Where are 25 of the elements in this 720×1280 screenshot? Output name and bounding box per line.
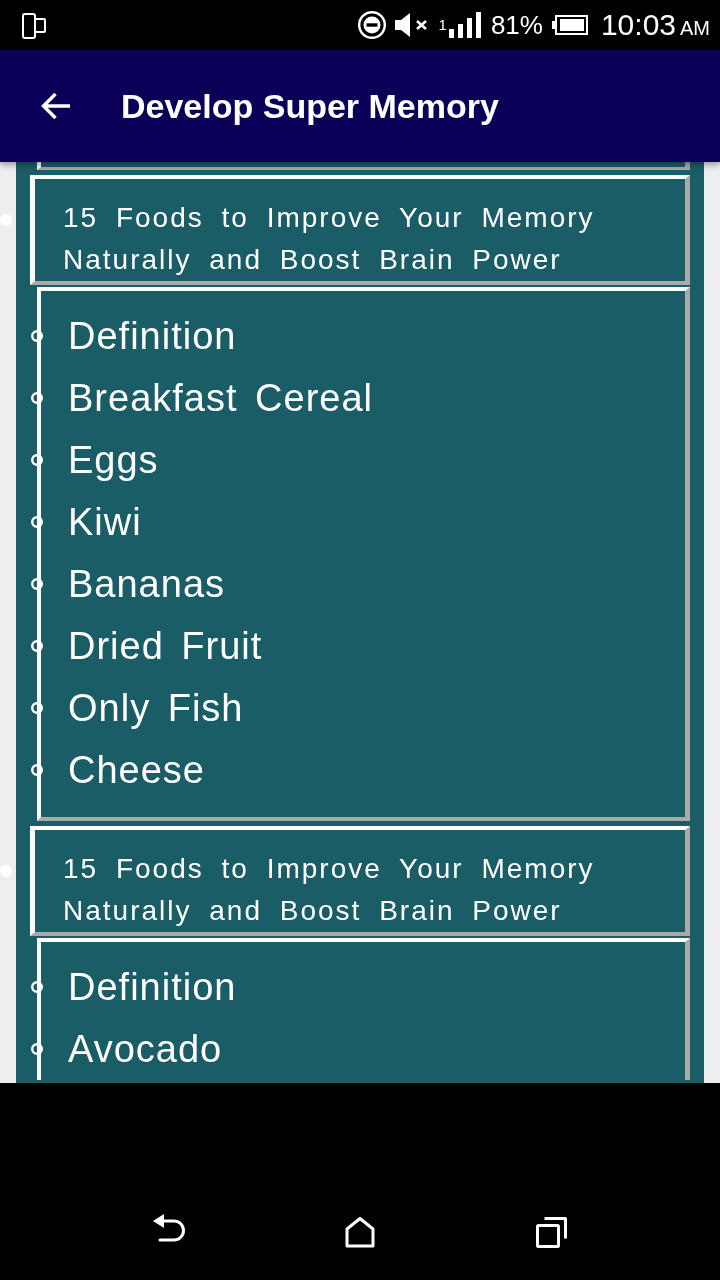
battery-icon bbox=[551, 15, 588, 35]
topic-item[interactable]: Breakfast Cereal bbox=[68, 376, 373, 420]
topic-item[interactable]: Definition bbox=[68, 314, 237, 358]
section-heading: 15 Foods to Improve Your Memory Naturally and Boost Brain Power bbox=[63, 852, 596, 928]
topic-item[interactable]: Only Fish bbox=[68, 686, 244, 730]
section-heading: 15 Foods to Improve Your Memory Naturally and Boost Brain Power bbox=[63, 201, 596, 277]
topic-item[interactable]: Dried Fruit bbox=[68, 624, 263, 668]
recent-apps-icon[interactable] bbox=[536, 1216, 568, 1248]
home-icon[interactable] bbox=[345, 1216, 375, 1248]
topic-item[interactable]: Avocado bbox=[68, 1027, 223, 1071]
sim-number: 1 bbox=[438, 17, 447, 32]
screen-title: Develop Super Memory bbox=[121, 86, 499, 126]
topic-item[interactable]: Kiwi bbox=[68, 500, 142, 544]
topic-item[interactable]: Eggs bbox=[68, 438, 159, 482]
topic-item[interactable]: Cheese bbox=[68, 748, 205, 792]
back-icon[interactable] bbox=[40, 92, 72, 120]
clock-time: 10:03 bbox=[600, 8, 676, 42]
speaker-muted-icon bbox=[394, 13, 429, 37]
topic-item[interactable]: Definition bbox=[68, 965, 237, 1009]
signal-icon bbox=[448, 12, 481, 38]
clock-meridiem: AM bbox=[680, 16, 710, 40]
device-icon bbox=[22, 12, 46, 39]
battery-percent: 81% bbox=[490, 9, 543, 41]
topic-item[interactable]: Bananas bbox=[68, 562, 225, 606]
minus-circle-icon bbox=[357, 11, 386, 39]
